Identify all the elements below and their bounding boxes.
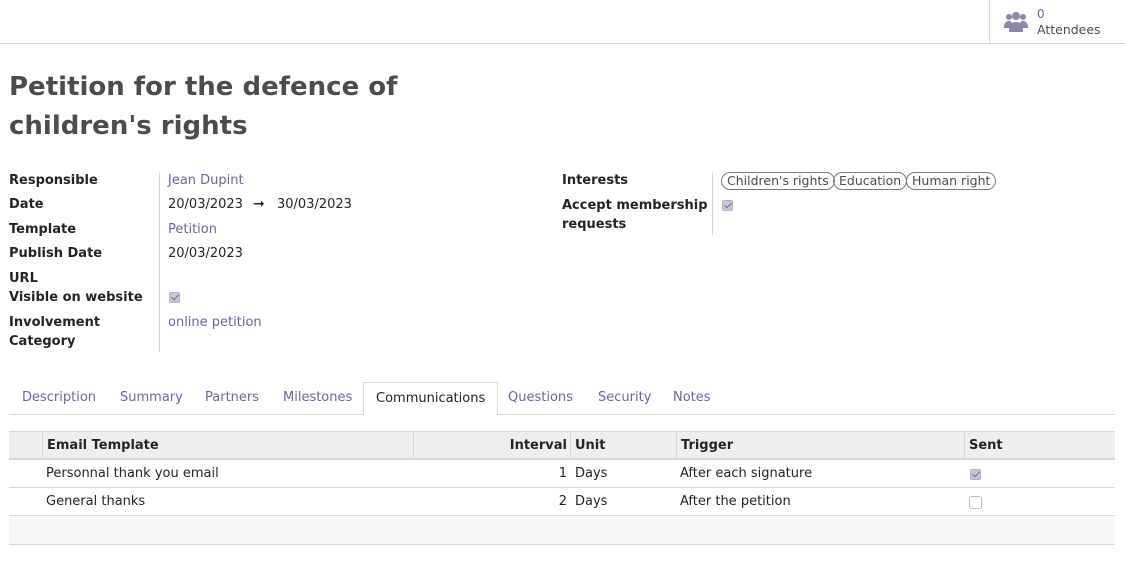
users-icon <box>1004 11 1028 32</box>
visible-on-website-label: Visible on website <box>9 290 143 305</box>
template-label: Template <box>9 222 77 237</box>
table-header: Email Template Interval Unit Trigger Sen… <box>9 431 1115 460</box>
template-field[interactable]: Petition <box>168 220 217 239</box>
left-group-separator <box>159 172 160 352</box>
tab-communications[interactable]: Communications <box>363 382 499 416</box>
accept-membership-checkbox[interactable] <box>722 200 733 211</box>
unit-cell: Days <box>575 494 608 509</box>
interest-tag[interactable]: Children's rights <box>721 172 835 190</box>
responsible-field[interactable]: Jean Dupint <box>168 171 244 190</box>
tab-questions[interactable]: Questions <box>508 382 573 415</box>
trigger-cell: After each signature <box>680 466 813 481</box>
involvement-category-label-line1: Involvement <box>9 315 101 330</box>
interests-label: Interests <box>562 173 629 188</box>
interest-tag[interactable]: Human right <box>906 172 997 190</box>
right-group-separator <box>712 172 713 235</box>
column-sent[interactable]: Sent <box>964 432 1115 459</box>
sent-checkbox[interactable] <box>970 469 981 480</box>
tab-summary[interactable]: Summary <box>120 382 183 415</box>
record-title[interactable]: Petition for the defence of children's r… <box>9 68 429 146</box>
column-unit[interactable]: Unit <box>570 432 677 459</box>
accept-membership-label-line2: requests <box>562 217 627 232</box>
tab-milestones[interactable]: Milestones <box>283 382 352 415</box>
involvement-category-label-line2: Category <box>9 334 76 349</box>
tab-notes[interactable]: Notes <box>673 382 711 415</box>
date-label: Date <box>9 197 44 212</box>
table-footer <box>9 516 1115 545</box>
email-template-cell: General thanks <box>46 494 146 509</box>
publish-date-field[interactable]: 20/03/2023 <box>168 244 243 263</box>
unit-cell: Days <box>575 466 608 481</box>
interval-cell: 1 <box>558 466 567 481</box>
interest-tag[interactable]: Education <box>833 172 908 190</box>
trigger-cell: After the petition <box>680 494 791 509</box>
tab-security[interactable]: Security <box>598 382 651 415</box>
involvement-category-field[interactable]: online petition <box>168 313 262 332</box>
table-row[interactable]: General thanks 2 Days After the petition <box>9 488 1115 516</box>
date-start-field[interactable]: 20/03/2023 <box>168 195 243 214</box>
tab-description[interactable]: Description <box>22 382 96 415</box>
column-trigger[interactable]: Trigger <box>676 432 965 459</box>
responsible-label: Responsible <box>9 173 98 188</box>
sent-checkbox[interactable] <box>969 496 982 509</box>
attendees-count: 0 <box>1037 6 1045 21</box>
email-template-cell: Personnal thank you email <box>46 466 219 481</box>
control-panel: 0 Attendees <box>0 0 1125 44</box>
attendees-label: Attendees <box>1037 21 1101 37</box>
tab-partners[interactable]: Partners <box>205 382 259 415</box>
table-row[interactable]: Personnal thank you email 1 Days After e… <box>9 460 1115 488</box>
url-label: URL <box>9 271 38 286</box>
column-email-template[interactable]: Email Template <box>42 432 414 459</box>
interval-cell: 2 <box>558 494 567 509</box>
attendees-smart-button[interactable]: 0 Attendees <box>989 0 1125 43</box>
date-end-field[interactable]: 30/03/2023 <box>277 195 352 214</box>
notebook-tabs: Description Summary Partners Milestones … <box>9 382 1115 416</box>
visible-on-website-checkbox[interactable] <box>169 292 180 303</box>
publish-date-label: Publish Date <box>9 246 103 261</box>
accept-membership-label-line1: Accept membership <box>562 198 708 213</box>
date-arrow-icon: ➞ <box>253 196 265 212</box>
column-interval[interactable]: Interval <box>413 432 571 459</box>
url-field[interactable] <box>168 269 368 288</box>
